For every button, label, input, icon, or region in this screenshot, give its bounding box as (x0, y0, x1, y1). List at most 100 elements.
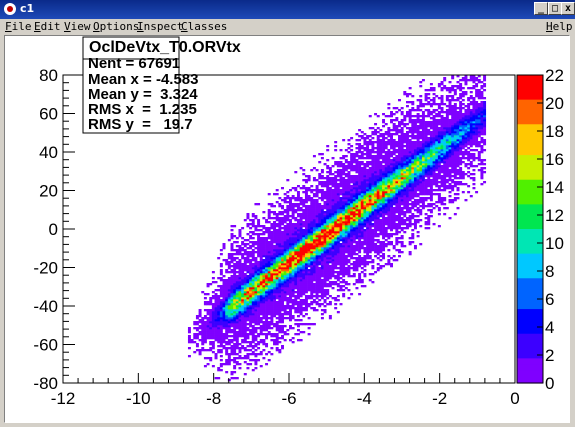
heatmap-cell (480, 163, 484, 166)
heatmap-cell (400, 217, 404, 220)
heatmap-cell (355, 211, 359, 214)
heatmap-cell (209, 303, 213, 306)
heatmap-cell (366, 219, 370, 222)
menu-file[interactable]: File (5, 20, 32, 33)
heatmap-cell (273, 297, 277, 300)
heatmap-cell (227, 355, 231, 358)
heatmap-cell (350, 181, 354, 184)
heatmap-cell (198, 349, 202, 352)
menu-edit[interactable]: Edit (34, 20, 61, 33)
heatmap-cell (230, 243, 234, 246)
heatmap-cell (419, 147, 423, 150)
heatmap-cell (368, 209, 372, 212)
heatmap-cell (347, 289, 351, 292)
heatmap-cell (421, 171, 425, 174)
heatmap-cell (350, 145, 354, 148)
plot-canvas[interactable]: -12 -10 -8 -6 -4 -2 0 80 60 40 20 0 -20 -40 -60 -80 22… (4, 35, 570, 423)
menu-options[interactable]: Options (93, 20, 139, 33)
heatmap-cell (270, 279, 274, 282)
heatmap-cell (326, 285, 330, 288)
menu-inspect[interactable]: Inspect (137, 20, 183, 33)
heatmap-cell (254, 331, 258, 334)
heatmap-cell (273, 267, 277, 270)
heatmap-cell (278, 223, 282, 226)
heatmap-cell (315, 239, 319, 242)
heatmap-cell (246, 293, 250, 296)
heatmap-cell (352, 207, 356, 210)
heatmap-cell (307, 305, 311, 308)
heatmap-cell (352, 231, 356, 234)
heatmap-cell (347, 147, 351, 150)
heatmap-cell (294, 333, 298, 336)
heatmap-cell (328, 201, 332, 204)
heatmap-cell (318, 235, 322, 238)
heatmap-cell (395, 205, 399, 208)
window-title: c1 (20, 2, 35, 15)
heatmap-cell (416, 153, 420, 156)
heatmap-cell (257, 277, 261, 280)
menu-classes[interactable]: Classes (181, 20, 227, 33)
heatmap-cell (281, 327, 284, 330)
heatmap-cell (336, 211, 340, 214)
root-logo-icon[interactable] (4, 3, 16, 15)
heatmap-cell (270, 327, 274, 330)
heatmap-cell (302, 303, 306, 306)
heatmap-cell (267, 269, 271, 272)
heatmap-cell (347, 235, 351, 238)
heatmap-cell (310, 279, 314, 282)
heatmap-cell (336, 263, 340, 266)
maximize-button[interactable]: □ (548, 2, 562, 15)
heatmap-cell (235, 307, 239, 310)
heatmap-cell (203, 301, 207, 304)
menu-help[interactable]: Help (546, 20, 573, 33)
menu-view[interactable]: View (64, 20, 91, 33)
heatmap-cell (379, 183, 383, 186)
heatmap-cell (456, 183, 460, 186)
heatmap-cell (259, 313, 263, 316)
heatmap-cell (283, 285, 287, 288)
heatmap-cell (411, 203, 415, 206)
heatmap-cell (368, 155, 372, 158)
heatmap-cell (286, 305, 290, 308)
minimize-button[interactable]: _ (534, 2, 548, 15)
heatmap-cell (419, 213, 423, 216)
heatmap-cell (211, 365, 215, 368)
close-button[interactable]: x (561, 2, 575, 15)
heatmap-cell (251, 219, 255, 222)
heatmap-cell (259, 225, 263, 228)
heatmap-cell (398, 181, 401, 184)
heatmap-cell (360, 247, 364, 250)
heatmap-cell (310, 255, 314, 258)
heatmap-cell (344, 229, 348, 232)
heatmap-cell (451, 189, 455, 192)
heatmap-cell (307, 297, 311, 300)
heatmap-cell (374, 207, 378, 210)
heatmap-cell (323, 223, 327, 226)
heatmap-cell (416, 171, 420, 174)
heatmap-cell (355, 197, 359, 200)
heatmap-cell (368, 175, 372, 178)
heatmap-cell (440, 169, 444, 172)
heatmap-cell (374, 193, 378, 196)
heatmap-cell (275, 333, 279, 336)
heatmap-cell (427, 193, 431, 196)
heatmap-cell (278, 219, 282, 222)
heatmap-cell (336, 165, 340, 168)
heatmap-cell (267, 227, 271, 230)
heatmap-cell (278, 325, 282, 328)
heatmap-cell (281, 315, 284, 318)
heatmap-cell (320, 275, 324, 278)
heatmap-cell (350, 293, 354, 296)
heatmap-cell (289, 311, 292, 314)
heatmap-cell (374, 203, 378, 206)
heatmap-cell (211, 337, 215, 340)
heatmap-cell (222, 297, 226, 300)
heatmap-cell (270, 211, 274, 214)
heatmap-cell (368, 261, 372, 264)
heatmap-cell (294, 211, 298, 214)
heatmap-cell (342, 191, 346, 194)
heatmap-cell (251, 241, 255, 244)
heatmap-cell (233, 311, 237, 314)
heatmap-cell (193, 337, 197, 340)
heatmap-cell (435, 205, 439, 208)
